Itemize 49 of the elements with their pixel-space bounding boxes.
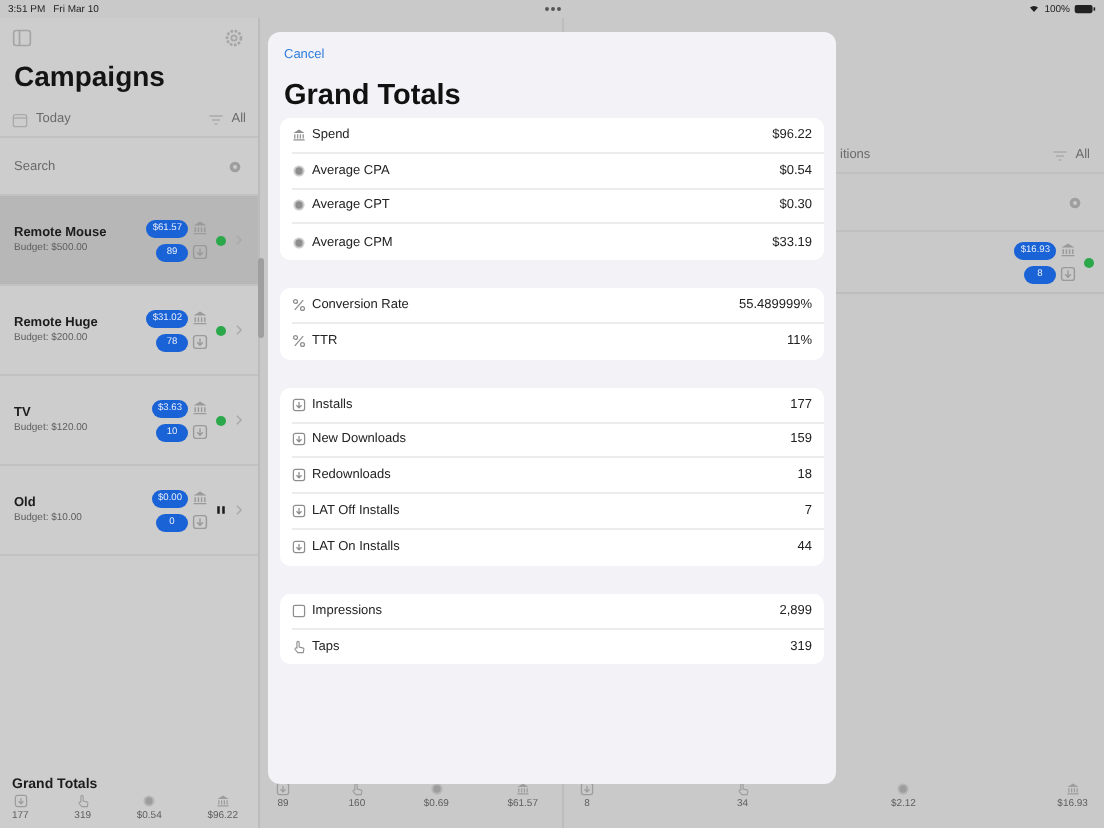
gear-icon — [1068, 195, 1082, 209]
download-icon — [13, 794, 28, 808]
bank-icon — [292, 127, 306, 142]
hand-icon — [292, 639, 306, 654]
download-icon — [292, 468, 306, 483]
download-icon — [276, 782, 290, 796]
chevron-icon — [234, 324, 244, 336]
battery-icon — [1074, 4, 1096, 14]
dot-icon — [896, 782, 911, 796]
hand-icon — [735, 782, 750, 796]
sidebar-title: Campaigns — [12, 58, 167, 96]
gear-icon — [228, 159, 242, 173]
download-icon — [292, 432, 306, 447]
download-icon — [292, 397, 306, 412]
bank-icon — [515, 782, 530, 796]
bank-icon — [192, 490, 208, 506]
dot-icon — [142, 794, 157, 808]
chevron-icon — [234, 414, 244, 426]
square-icon — [292, 603, 306, 618]
bank-icon — [192, 310, 208, 326]
download-icon — [192, 244, 208, 260]
sidebar-toggle-icon — [12, 28, 32, 48]
hand-icon — [75, 794, 90, 808]
bank-icon — [192, 400, 208, 416]
download-icon — [192, 424, 208, 440]
bank-icon — [215, 794, 230, 808]
bank-icon — [192, 220, 208, 236]
download-icon — [292, 504, 306, 519]
chevron-icon — [234, 504, 244, 516]
dot-icon — [292, 198, 306, 213]
download-icon — [292, 540, 306, 555]
bank-icon — [1060, 242, 1076, 258]
sheet-title: Grand Totals — [284, 80, 463, 112]
download-icon — [192, 334, 208, 350]
bank-icon — [1065, 782, 1080, 796]
more-icon — [543, 6, 561, 12]
dot-icon — [292, 235, 306, 250]
percent-icon — [292, 334, 306, 349]
percent-icon — [292, 298, 306, 313]
settings-icon — [224, 28, 244, 48]
dot-icon — [292, 163, 306, 178]
download-icon — [1060, 266, 1076, 282]
wifi-icon — [1028, 4, 1041, 14]
scroll-indicator — [258, 258, 264, 338]
calendar-icon — [12, 111, 28, 127]
download-icon — [580, 782, 594, 796]
filter-icon — [207, 111, 224, 127]
hand-icon — [349, 782, 364, 796]
download-icon — [192, 514, 208, 530]
